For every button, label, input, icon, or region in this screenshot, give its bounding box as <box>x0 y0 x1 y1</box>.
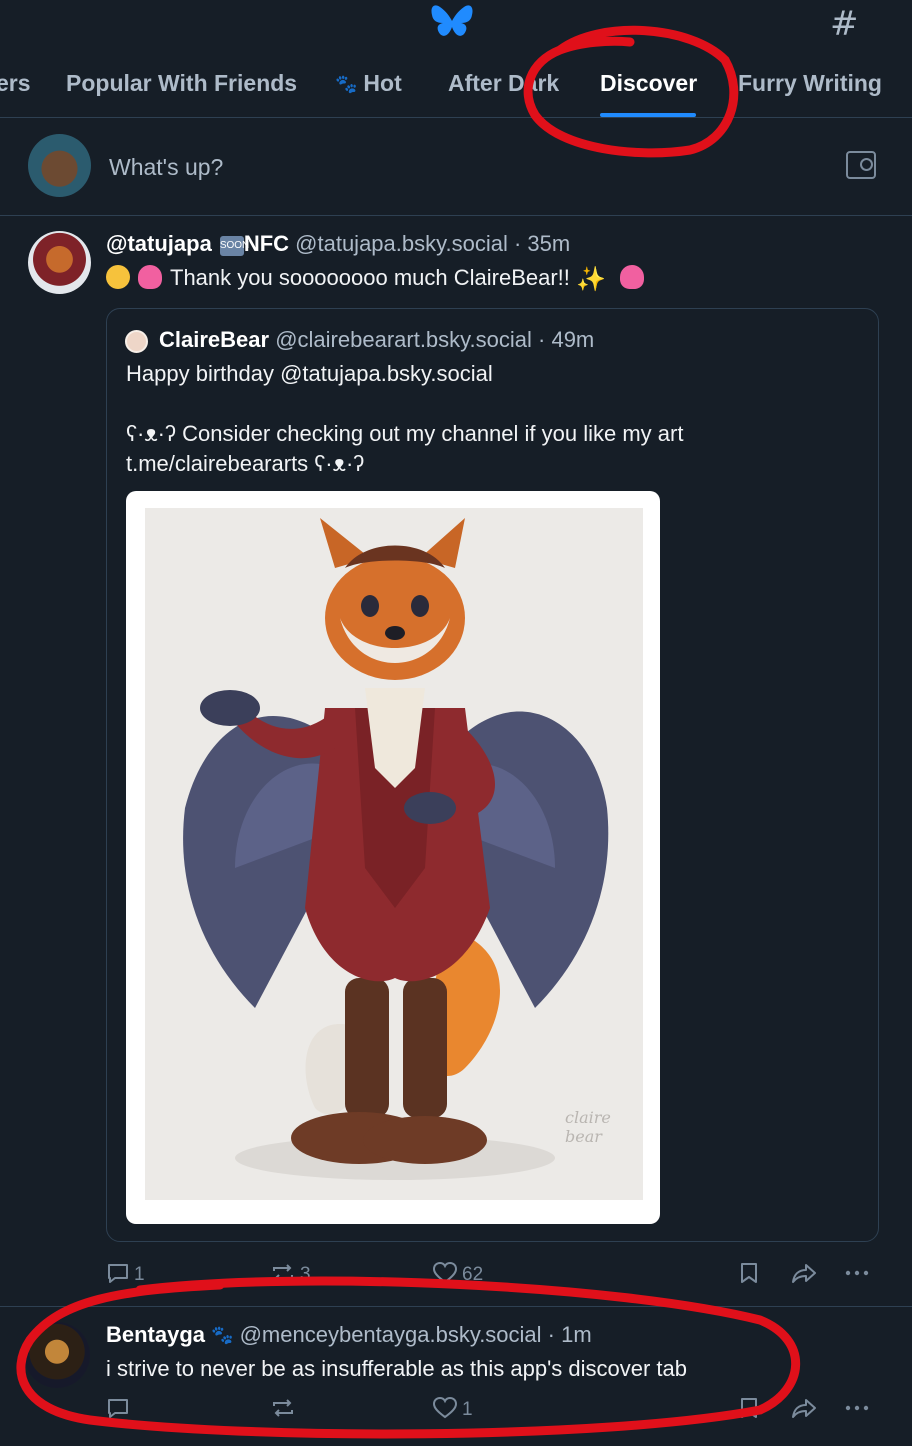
composer-placeholder[interactable]: What's up? <box>109 154 223 181</box>
post-text: Thank you soooooooo much ClaireBear!! ✨ <box>106 265 652 292</box>
butterfly-logo-icon[interactable] <box>430 4 474 42</box>
reply-icon <box>108 1264 128 1283</box>
ellipsis-icon <box>845 1405 869 1411</box>
tab-followers[interactable]: ers <box>0 70 31 97</box>
share-button[interactable] <box>790 1396 822 1421</box>
sparkling-heart-icon <box>138 265 162 289</box>
quote-author-avatar <box>125 330 148 353</box>
feed-post[interactable]: Bentayga 🐾 @menceybentayga.bsky.social · … <box>0 1308 912 1446</box>
post-actions: 1 <box>0 1396 912 1426</box>
soon-badge-icon: SOON <box>219 236 249 256</box>
tab-hot[interactable]: 🐾 Hot <box>335 70 402 97</box>
sparkles-icon: ✨ <box>576 266 606 293</box>
pleading-face-icon <box>106 265 130 289</box>
quote-text-line: t.me/clairebeararts ʕ·ᴥ·ʔ <box>126 451 365 476</box>
repost-icon <box>273 1264 293 1282</box>
heart-icon <box>432 1396 458 1419</box>
quote-header: ClaireBear @clairebearart.bsky.social · … <box>159 327 595 352</box>
more-options-button[interactable] <box>844 1396 874 1421</box>
author-avatar[interactable] <box>28 231 91 294</box>
reply-button[interactable]: 1 <box>106 1261 145 1286</box>
tab-after-dark[interactable]: After Dark <box>448 70 559 97</box>
author-name[interactable]: Bentayga <box>106 1322 205 1347</box>
post-time[interactable]: 35m <box>527 231 570 256</box>
bookmark-icon <box>741 1398 757 1418</box>
ellipsis-icon <box>845 1270 869 1276</box>
tab-discover[interactable]: Discover <box>600 70 697 97</box>
post-text: i strive to never be as insufferable as … <box>106 1356 687 1381</box>
like-button[interactable]: 62 <box>432 1261 483 1286</box>
bookmark-button[interactable] <box>738 1261 764 1286</box>
quote-text-line: Happy birthday @tatujapa.bsky.social <box>126 361 493 386</box>
reply-button[interactable] <box>106 1396 134 1421</box>
feeds-hash-icon[interactable]: # <box>830 4 859 44</box>
quote-image[interactable]: claire bear <box>126 491 660 1224</box>
share-icon <box>792 1264 816 1283</box>
top-bar: # ers Popular With Friends 🐾 Hot After Da… <box>0 0 912 118</box>
repost-button[interactable] <box>270 1396 300 1421</box>
author-handle[interactable]: @tatujapa.bsky.social <box>295 231 508 256</box>
paw-icon: 🐾 <box>335 74 358 94</box>
user-avatar[interactable] <box>28 134 91 197</box>
author-handle[interactable]: @menceybentayga.bsky.social <box>240 1322 542 1347</box>
sparkling-heart-icon <box>620 265 645 289</box>
quote-author-handle: @clairebearart.bsky.social <box>275 327 532 352</box>
bookmark-button[interactable] <box>738 1396 764 1421</box>
feed-post[interactable]: @tatujapa SOONNFC @tatujapa.bsky.social ·… <box>0 217 912 1307</box>
share-icon <box>792 1399 816 1418</box>
quote-text-line: ʕ·ᴥ·ʔ Consider checking out my channel i… <box>126 421 684 446</box>
heart-icon <box>432 1261 458 1284</box>
like-button[interactable]: 1 <box>432 1396 473 1421</box>
author-name-suffix[interactable]: NFC <box>244 231 289 256</box>
author-name[interactable]: @tatujapa <box>106 231 212 256</box>
author-avatar[interactable] <box>24 1322 90 1388</box>
image-attach-icon[interactable] <box>846 151 876 179</box>
repost-button[interactable]: 3 <box>270 1261 311 1286</box>
tab-popular-with-friends[interactable]: Popular With Friends <box>66 70 297 97</box>
post-time[interactable]: 1m <box>561 1322 592 1347</box>
quoted-post[interactable]: ClaireBear @clairebearart.bsky.social · … <box>106 308 879 1242</box>
artist-signature: claire bear <box>565 1108 611 1146</box>
paw-icon: 🐾 <box>211 1325 234 1345</box>
share-button[interactable] <box>790 1261 822 1286</box>
composer[interactable]: What's up? <box>0 118 912 216</box>
quote-time: 49m <box>551 327 595 352</box>
repost-icon <box>273 1399 293 1417</box>
bookmark-icon <box>741 1263 757 1283</box>
post-actions: 1 3 62 <box>0 1261 912 1291</box>
more-options-button[interactable] <box>844 1261 874 1286</box>
post-header: @tatujapa SOONNFC @tatujapa.bsky.social ·… <box>106 231 571 256</box>
tab-furry-writing[interactable]: Furry Writing <box>738 70 882 97</box>
artwork-illustration: claire bear <box>145 508 643 1200</box>
quote-author-name: ClaireBear <box>159 327 270 352</box>
post-header: Bentayga 🐾 @menceybentayga.bsky.social · … <box>106 1322 592 1347</box>
active-tab-indicator <box>600 113 696 117</box>
reply-icon <box>108 1399 128 1418</box>
